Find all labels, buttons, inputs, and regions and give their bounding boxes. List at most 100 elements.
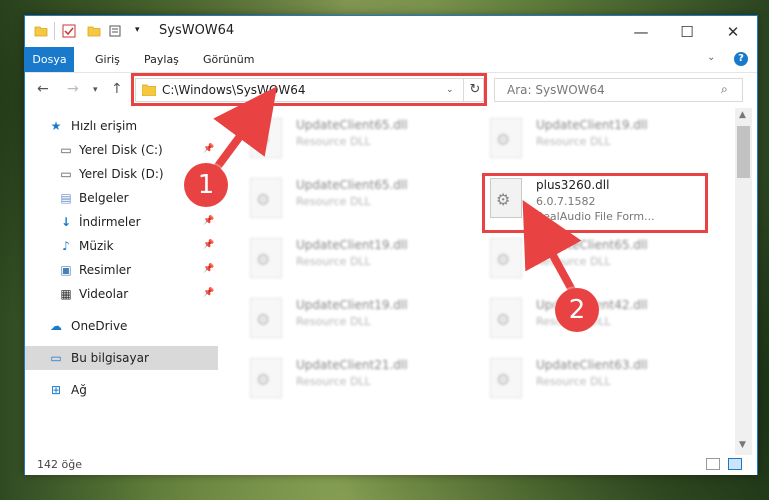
pin-icon[interactable]: 📌 <box>203 144 214 154</box>
gear-icon: ⚙ <box>496 310 511 329</box>
file-name: UpdateClient65.dll <box>536 238 648 252</box>
gear-icon: ⚙ <box>496 250 511 269</box>
file-item[interactable]: ⚙ UpdateClient65.dll Resource DLL <box>242 114 452 164</box>
file-type: Resource DLL <box>296 255 371 268</box>
quick-access-dropdown-icon[interactable]: ▾ <box>135 25 149 39</box>
step-1-badge: 1 <box>184 163 228 207</box>
customize-list-icon[interactable] <box>109 24 123 38</box>
file-name: UpdateClient63.dll <box>536 358 648 372</box>
pin-icon[interactable]: 📌 <box>203 264 214 274</box>
item-count: 142 öğe <box>37 458 82 471</box>
window-title: SysWOW64 <box>159 23 235 38</box>
gear-icon: ⚙ <box>256 310 271 329</box>
file-item[interactable]: ⚙ UpdateClient19.dll Resource DLL <box>482 114 692 164</box>
music-icon: ♪ <box>62 239 70 253</box>
search-input[interactable]: Ara: SysWOW64 ⌕ <box>494 78 743 102</box>
details-view-icon[interactable] <box>706 458 720 470</box>
file-name: UpdateClient19.dll <box>296 298 408 312</box>
status-bar: 142 öğe <box>25 455 757 475</box>
documents-icon: ▤ <box>60 191 72 205</box>
close-button[interactable]: ✕ <box>710 16 756 47</box>
title-bar: ▾ SysWOW64 — ☐ ✕ <box>25 16 757 47</box>
pin-icon[interactable]: 📌 <box>203 216 214 226</box>
address-highlight-box <box>131 73 487 106</box>
star-icon: ★ <box>50 119 62 133</box>
forward-arrow-icon[interactable]: → <box>67 81 79 97</box>
file-name: UpdateClient19.dll <box>296 238 408 252</box>
sidebar-item-music[interactable]: ♪ Müzik 📌 <box>25 234 218 258</box>
tab-view[interactable]: Görünüm <box>193 47 264 72</box>
file-type: Resource DLL <box>296 375 371 388</box>
pin-icon[interactable]: 📌 <box>203 240 214 250</box>
new-folder-icon[interactable] <box>87 24 101 38</box>
sidebar-item-local-disk-c[interactable]: ▭ Yerel Disk (C:) 📌 <box>25 138 218 162</box>
ribbon-expand-icon[interactable]: ⌄ <box>707 52 715 63</box>
step-2-badge: 2 <box>555 288 599 332</box>
sidebar-item-downloads[interactable]: ↓ İndirmeler 📌 <box>25 210 218 234</box>
sidebar-item-label: İndirmeler <box>79 215 141 229</box>
file-type: Resource DLL <box>536 135 611 148</box>
sidebar-item-label: Bu bilgisayar <box>71 351 149 365</box>
gear-icon: ⚙ <box>496 130 511 149</box>
file-type: Resource DLL <box>296 195 371 208</box>
sidebar-item-label: Hızlı erişim <box>71 119 138 133</box>
sidebar-item-this-pc[interactable]: ▭ Bu bilgisayar <box>25 346 218 370</box>
maximize-button[interactable]: ☐ <box>664 16 710 47</box>
gear-icon: ⚙ <box>256 250 271 269</box>
sidebar-item-label: Videolar <box>79 287 129 301</box>
computer-icon: ▭ <box>50 351 62 365</box>
drive-icon: ▭ <box>60 167 72 181</box>
tab-home[interactable]: Giriş <box>85 47 130 72</box>
gear-icon: ⚙ <box>256 370 271 389</box>
sidebar-item-label: OneDrive <box>71 319 128 333</box>
folder-icon[interactable] <box>34 24 48 38</box>
help-icon[interactable]: ? <box>734 52 748 66</box>
quick-access-separator <box>54 22 55 40</box>
sidebar-item-label: Ağ <box>71 383 87 397</box>
pin-icon[interactable]: 📌 <box>203 288 214 298</box>
sidebar-item-pictures[interactable]: ▣ Resimler 📌 <box>25 258 218 282</box>
file-type: Resource DLL <box>536 255 611 268</box>
sidebar-item-network[interactable]: ⊞ Ağ <box>25 378 218 402</box>
file-type: Resource DLL <box>536 375 611 388</box>
sidebar-item-quick-access[interactable]: ★ Hızlı erişim <box>25 114 218 138</box>
drive-icon: ▭ <box>60 143 72 157</box>
file-item[interactable]: ⚙ UpdateClient19.dll Resource DLL <box>242 234 452 284</box>
sidebar-item-label: Belgeler <box>79 191 129 205</box>
file-item[interactable]: ⚙ UpdateClient65.dll Resource DLL <box>482 234 692 284</box>
file-highlight-box <box>482 173 708 233</box>
scroll-down-icon[interactable]: ▼ <box>739 440 746 450</box>
cloud-icon: ☁ <box>50 319 62 333</box>
navigation-pane: ★ Hızlı erişim ▭ Yerel Disk (C:) 📌 ▭ Yer… <box>25 108 218 455</box>
tab-share[interactable]: Paylaş <box>134 47 189 72</box>
large-icons-view-icon[interactable] <box>728 458 742 470</box>
scroll-up-icon[interactable]: ▲ <box>739 110 746 120</box>
properties-check-icon[interactable] <box>62 24 76 38</box>
file-name: UpdateClient21.dll <box>296 358 408 372</box>
file-item[interactable]: ⚙ UpdateClient19.dll Resource DLL <box>242 294 452 344</box>
file-item[interactable]: ⚙ UpdateClient65.dll Resource DLL <box>242 174 452 224</box>
file-name: UpdateClient19.dll <box>536 118 648 132</box>
navigation-bar: ← → ▾ ↑ C:\Windows\SysWOW64 ⌄ ↻ Ara: Sys… <box>25 73 757 107</box>
file-explorer-window: ▾ SysWOW64 — ☐ ✕ Dosya Giriş Paylaş Görü… <box>24 15 758 475</box>
pictures-icon: ▣ <box>60 263 72 277</box>
minimize-button[interactable]: — <box>618 16 664 47</box>
sidebar-item-onedrive[interactable]: ☁ OneDrive <box>25 314 218 338</box>
search-icon[interactable]: ⌕ <box>721 82 728 97</box>
file-list: ⚙ UpdateClient65.dll Resource DLL ⚙ Upda… <box>232 108 732 455</box>
ribbon-tabs: Dosya Giriş Paylaş Görünüm ⌄ ? <box>25 47 757 73</box>
file-name: UpdateClient65.dll <box>296 178 408 192</box>
gear-icon: ⚙ <box>256 130 271 149</box>
tab-file[interactable]: Dosya <box>25 47 74 72</box>
network-icon: ⊞ <box>50 383 62 397</box>
file-item[interactable]: ⚙ UpdateClient21.dll Resource DLL <box>242 354 452 404</box>
file-item[interactable]: ⚙ UpdateClient63.dll Resource DLL <box>482 354 692 404</box>
scroll-thumb[interactable] <box>737 126 750 178</box>
vertical-scrollbar[interactable]: ▲ ▼ <box>735 108 752 455</box>
up-arrow-icon[interactable]: ↑ <box>111 81 123 97</box>
back-arrow-icon[interactable]: ← <box>37 81 49 97</box>
gear-icon: ⚙ <box>256 190 271 209</box>
sidebar-item-videos[interactable]: ▦ Videolar 📌 <box>25 282 218 306</box>
recent-locations-icon[interactable]: ▾ <box>93 85 98 95</box>
download-icon: ↓ <box>60 215 72 229</box>
